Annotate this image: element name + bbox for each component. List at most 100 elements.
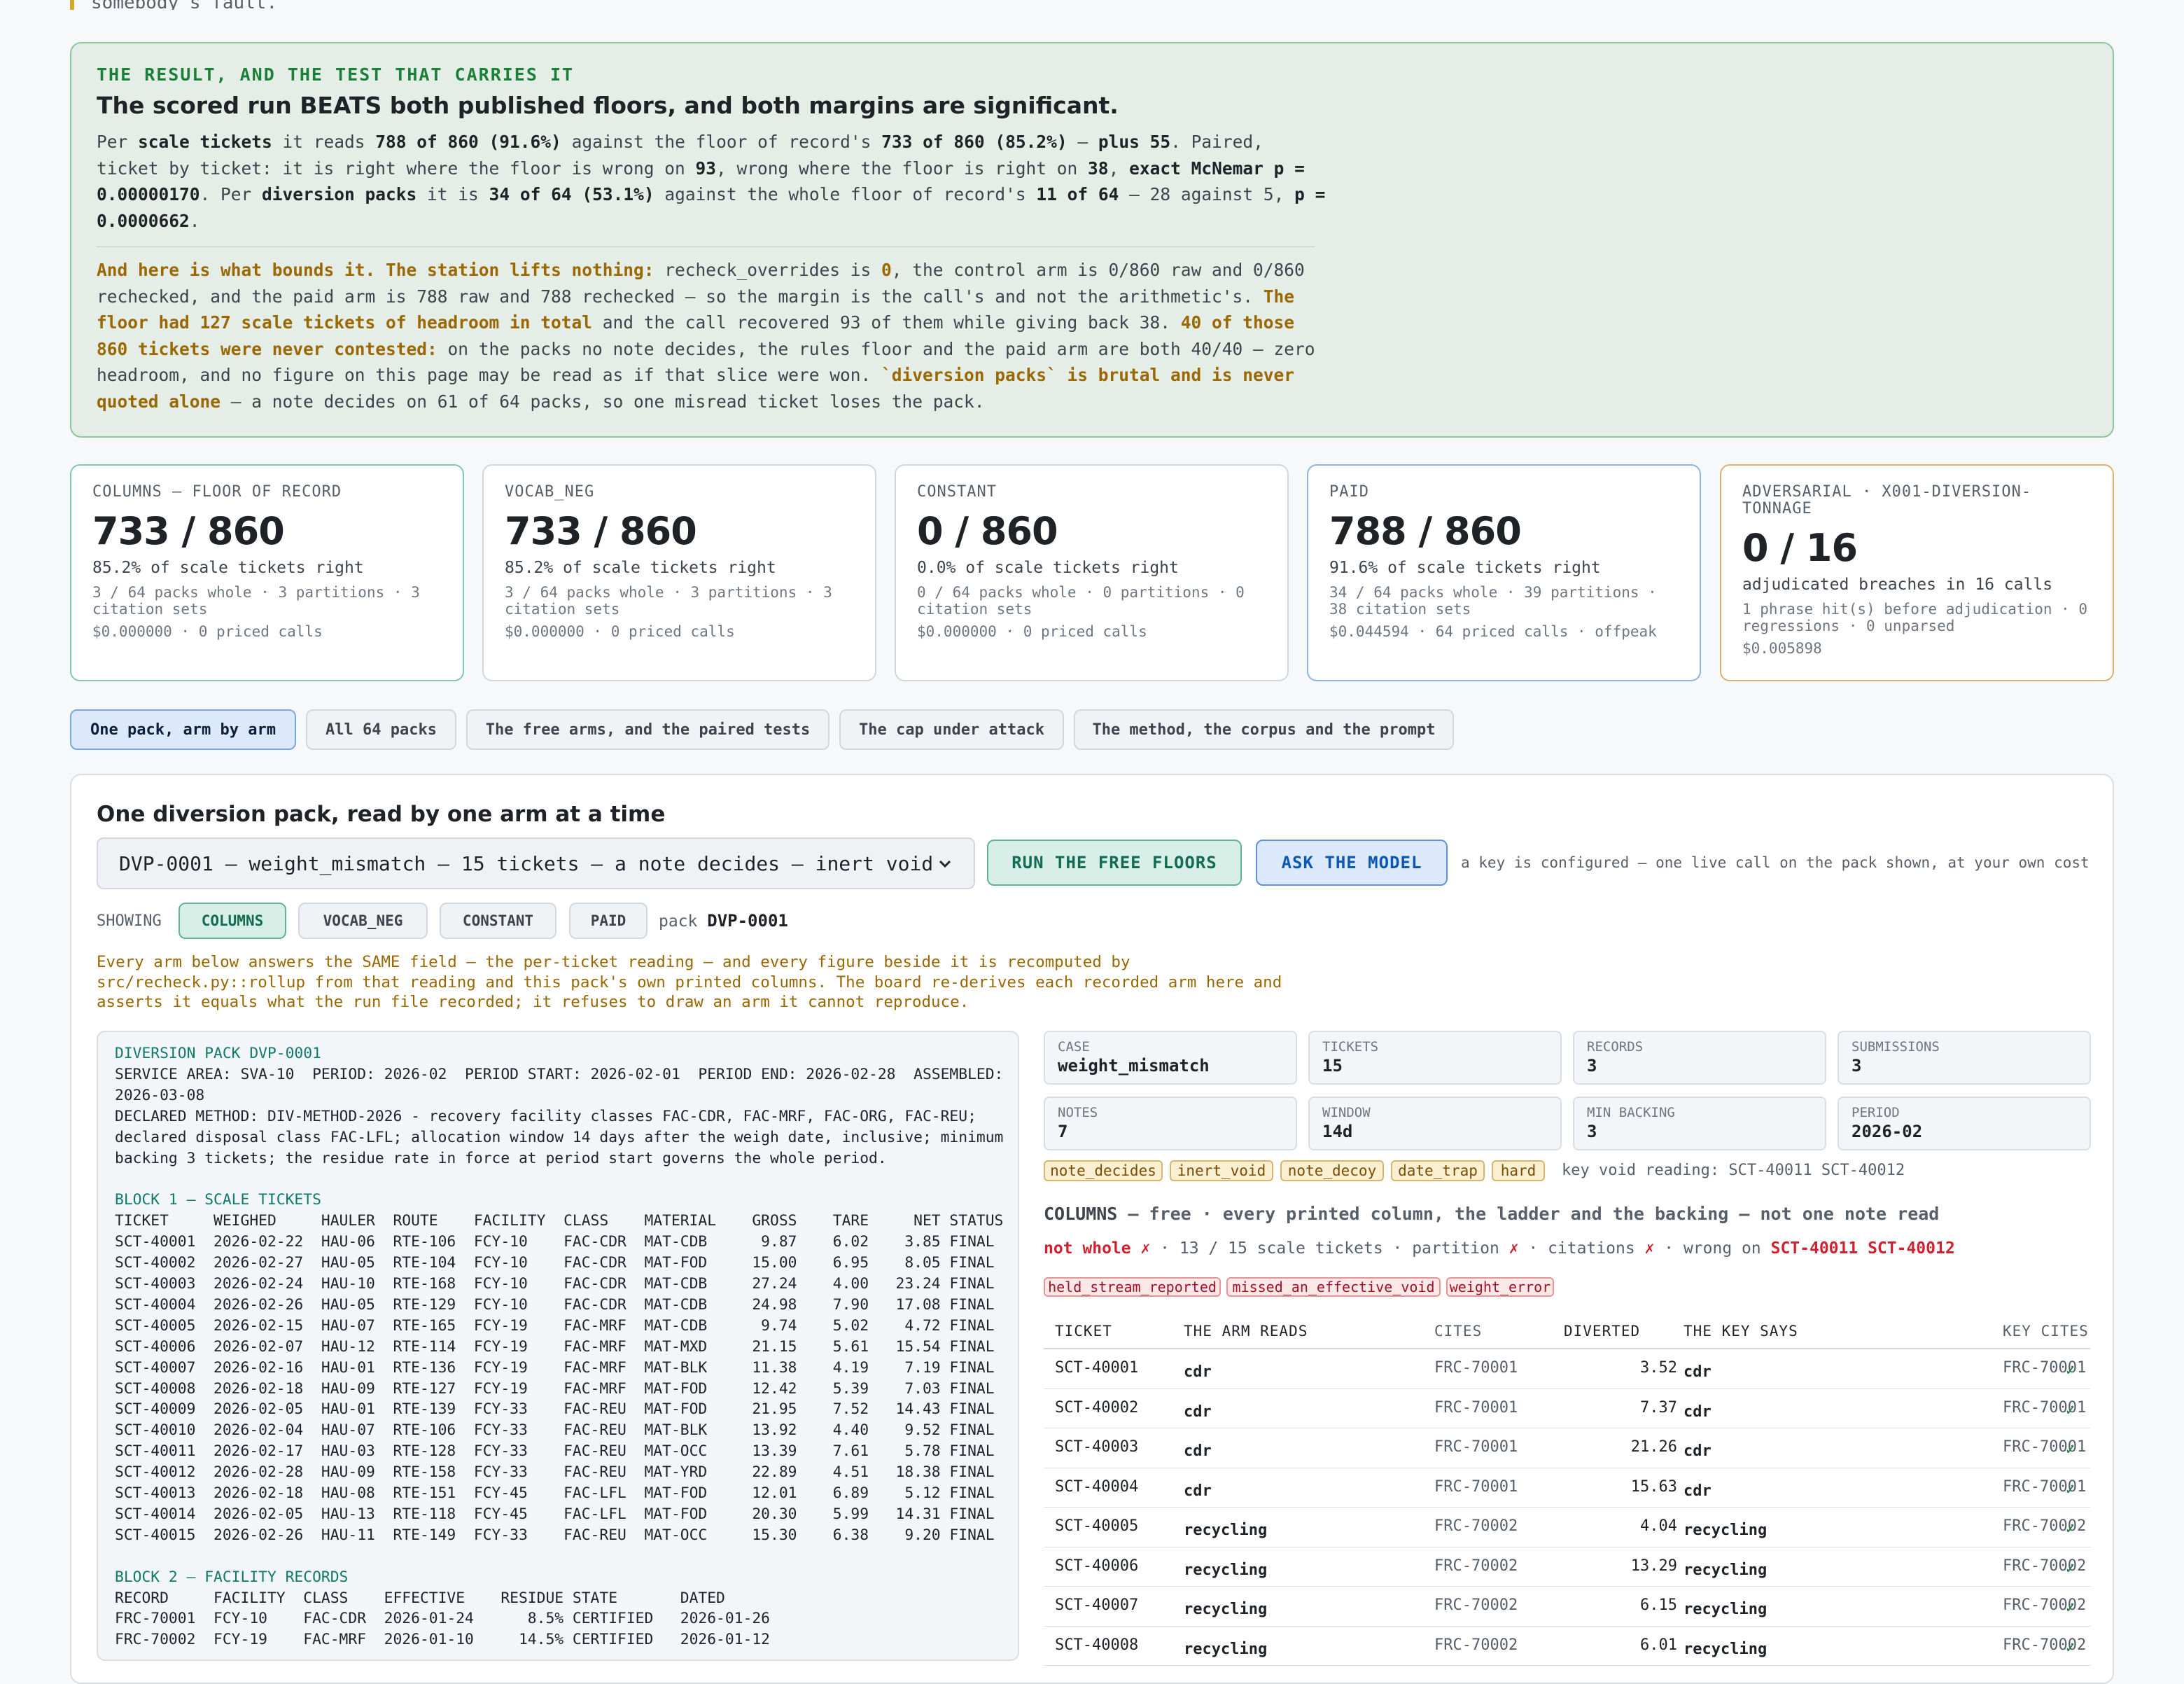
result-text-run: — 28 against 5, xyxy=(1119,184,1295,204)
row-diverted: 6.15 xyxy=(1640,1596,1677,1614)
row-ticket: SCT-40005 xyxy=(1055,1517,1139,1535)
tab-method[interactable]: The method, the corpus and the prompt xyxy=(1074,709,1454,750)
result-text-run: it is xyxy=(416,184,489,204)
col-diverted: DIVERTED xyxy=(1564,1323,1641,1339)
block1-title: BLOCK 1 — SCALE TICKETS xyxy=(115,1191,321,1209)
card-label: ADVERSARIAL · X001-DIVERSION-TONNAGE xyxy=(1742,483,2032,517)
row-diverted: 7.37 xyxy=(1640,1398,1677,1417)
run-free-floors-button[interactable]: RUN THE FREE FLOORS xyxy=(987,840,1242,886)
card-cost: $0.000000 · 0 priced calls xyxy=(92,623,323,640)
arm-name: COLUMNS xyxy=(1044,1204,1118,1224)
tag-inert-void: inert_void xyxy=(1170,1160,1273,1181)
result-text-run: against the floor of record's xyxy=(561,132,882,152)
result-title: The scored run BEATS both published floo… xyxy=(97,92,1119,119)
result-text-run: diversion packs xyxy=(262,184,417,204)
check-icon: ✓ xyxy=(2066,1362,2076,1379)
result-text-run: and the call recovered 93 of them while … xyxy=(592,312,1181,333)
result-paragraph-bounds: And here is what bounds it. The station … xyxy=(97,257,1329,415)
ask-model-button[interactable]: ASK THE MODEL xyxy=(1256,840,1448,886)
result-summary: THE RESULT, AND THE TEST THAT CARRIES IT… xyxy=(70,42,2114,438)
result-text-run: , wrong where the floor is right on xyxy=(716,158,1088,179)
result-divider xyxy=(97,246,1315,247)
table-row: SCT-40001 cdr FRC-70001 3.52 cdr FRC-70001 ✓ xyxy=(1044,1349,2090,1389)
pack-select[interactable]: DVP-0001 — weight_mismatch — 15 tickets … xyxy=(97,837,975,889)
block1-table: TICKET WEIGHED HAULER ROUTE FACILITY CLA… xyxy=(115,1212,1004,1544)
pack-label: pack xyxy=(659,912,698,931)
stat-key: WINDOW xyxy=(1322,1105,1371,1120)
tab-one-pack[interactable]: One pack, arm by arm xyxy=(70,709,296,750)
card-label: PAID xyxy=(1329,483,1369,501)
row-key-says: recycling xyxy=(1684,1522,1768,1539)
arm-selector: SHOWING COLUMNS VOCAB_NEG CONSTANT PAID … xyxy=(97,903,1007,939)
ticket-reading-table: TICKET THE ARM READS CITES DIVERTED THE … xyxy=(1044,1314,2090,1666)
row-arm-reads: cdr xyxy=(1184,1442,1212,1460)
card-score: 0 / 16 xyxy=(1742,526,1858,570)
card-label: CONSTANT xyxy=(917,483,997,501)
tab-all-packs[interactable]: All 64 packs xyxy=(306,709,456,750)
tab-cap-under-attack[interactable]: The cap under attack xyxy=(839,709,1064,750)
result-text-run: 788 of 860 (91.6%) xyxy=(375,132,561,152)
not-whole-flag: not whole ✗ xyxy=(1044,1239,1151,1258)
quote-text: somebody's fault. xyxy=(91,0,277,10)
result-text-run: . xyxy=(189,210,200,231)
table-row: SCT-40003 cdr FRC-70001 21.26 cdr FRC-70001 ✓ xyxy=(1044,1428,2090,1468)
stat-submissions: SUBMISSIONS 3 xyxy=(1837,1031,2091,1085)
one-pack-panel: One diversion pack, read by one arm at a… xyxy=(70,774,2114,1684)
row-key-says: recycling xyxy=(1684,1561,1768,1579)
card-paid: PAID 788 / 860 91.6% of scale tickets ri… xyxy=(1307,464,1701,681)
row-cites: FRC-70001 xyxy=(1434,1359,1518,1377)
result-text-run: against the whole floor of record's xyxy=(654,184,1037,204)
row-cites: FRC-70002 xyxy=(1434,1557,1518,1575)
doc-intro: SERVICE AREA: SVA-10 PERIOD: 2026-02 PER… xyxy=(115,1065,1004,1167)
result-text-run: plus 55 xyxy=(1098,132,1171,152)
row-diverted: 4.04 xyxy=(1640,1517,1677,1535)
row-cites: FRC-70001 xyxy=(1434,1477,1518,1496)
tab-free-arms[interactable]: The free arms, and the paired tests xyxy=(466,709,830,750)
result-text-run: scale tickets xyxy=(138,132,272,152)
card-percent: 0.0% of scale tickets right xyxy=(917,559,1179,577)
row-key-says: cdr xyxy=(1684,1442,1712,1460)
panel-title: One diversion pack, read by one arm at a… xyxy=(97,802,666,827)
arm-chip-constant[interactable]: CONSTANT xyxy=(440,903,556,939)
card-cost: $0.000000 · 0 priced calls xyxy=(917,623,1147,640)
showing-label: SHOWING xyxy=(97,912,162,930)
card-cost: $0.005898 xyxy=(1742,640,1822,657)
stat-period: PERIOD 2026-02 xyxy=(1837,1097,2091,1150)
check-icon: ✓ xyxy=(2066,1599,2076,1617)
stat-value: 2026-02 xyxy=(1851,1122,1923,1141)
stat-value: weight_mismatch xyxy=(1058,1056,1210,1076)
row-key-says: cdr xyxy=(1684,1482,1712,1500)
citations-fail-icon: ✗ xyxy=(1644,1239,1655,1258)
result-text-run: 11 of 64 xyxy=(1036,184,1119,204)
tag-note-decoy: note_decoy xyxy=(1280,1160,1384,1181)
card-score: 733 / 860 xyxy=(92,509,285,553)
result-text-run: — a note decides on 61 of 64 packs, so o… xyxy=(220,391,985,412)
table-header: TICKET THE ARM READS CITES DIVERTED THE … xyxy=(1044,1314,2090,1349)
previous-section-quote: somebody's fault. xyxy=(70,0,861,10)
doc-header: DIVERSION PACK DVP-0001 xyxy=(115,1045,321,1062)
error-weight: weight_error xyxy=(1446,1277,1554,1297)
arm-chip-vocab-neg[interactable]: VOCAB_NEG xyxy=(298,903,428,939)
arm-status-citations: · citations xyxy=(1518,1239,1645,1258)
row-cites: FRC-70002 xyxy=(1434,1596,1518,1614)
pack-indicator: pack DVP-0001 xyxy=(659,911,788,931)
pack-id: DVP-0001 xyxy=(707,911,788,931)
stat-value: 14d xyxy=(1322,1122,1353,1141)
table-row: SCT-40007 recycling FRC-70002 6.15 recycling… xyxy=(1044,1587,2090,1627)
row-cites: FRC-70002 xyxy=(1434,1636,1518,1654)
result-text-run: — xyxy=(1067,132,1098,152)
row-diverted: 13.29 xyxy=(1630,1557,1677,1575)
row-ticket: SCT-40008 xyxy=(1055,1636,1139,1654)
stat-key: NOTES xyxy=(1058,1105,1098,1120)
row-ticket: SCT-40001 xyxy=(1055,1359,1139,1377)
error-held-stream: held_stream_reported xyxy=(1044,1277,1221,1297)
row-key-says: cdr xyxy=(1684,1403,1712,1421)
row-ticket: SCT-40004 xyxy=(1055,1477,1139,1496)
card-meta: 3 / 64 packs whole · 3 partitions · 3 ci… xyxy=(92,584,420,618)
row-ticket: SCT-40002 xyxy=(1055,1398,1139,1417)
stat-records: RECORDS 3 xyxy=(1573,1031,1826,1085)
arm-chip-paid[interactable]: PAID xyxy=(569,903,648,939)
card-cost: $0.000000 · 0 priced calls xyxy=(505,623,735,640)
stat-value: 3 xyxy=(1587,1056,1597,1076)
arm-chip-columns[interactable]: COLUMNS xyxy=(178,903,286,939)
